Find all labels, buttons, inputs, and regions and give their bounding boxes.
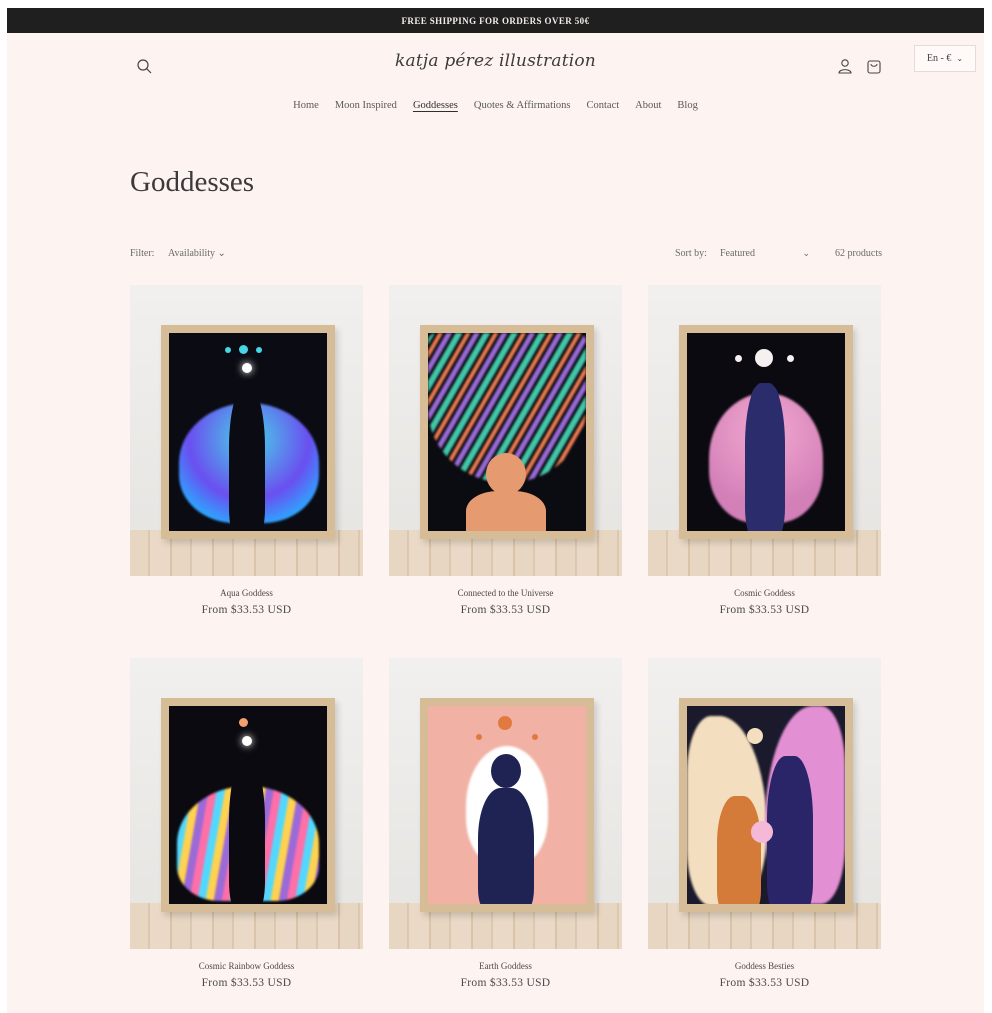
product-price: From $33.53 USD bbox=[201, 977, 292, 989]
product-card[interactable]: Aqua Goddess From $33.53 USD bbox=[130, 285, 363, 616]
product-title[interactable]: Cosmic Goddess bbox=[648, 588, 881, 598]
product-title[interactable]: Cosmic Rainbow Goddess bbox=[130, 961, 363, 971]
main-nav: Home Moon Inspired Goddesses Quotes & Af… bbox=[7, 100, 984, 111]
filter-label: Filter: bbox=[130, 248, 155, 259]
product-card[interactable]: Cosmic Rainbow Goddess From $33.53 USD bbox=[130, 658, 363, 989]
announcement-text: FREE SHIPPING FOR ORDERS OVER 50€ bbox=[401, 15, 590, 26]
availability-filter[interactable]: Availability ⌄ bbox=[168, 248, 226, 259]
nav-item-about[interactable]: About bbox=[635, 100, 661, 111]
nav-item-home[interactable]: Home bbox=[293, 100, 319, 111]
language-label: En - € bbox=[926, 53, 952, 64]
nav-item-blog[interactable]: Blog bbox=[677, 100, 697, 111]
product-image[interactable] bbox=[130, 285, 363, 576]
sort-select[interactable]: Featured ⌄ bbox=[720, 248, 810, 259]
collection-toolbar: Filter: Availability ⌄ Sort by: Featured… bbox=[130, 246, 882, 262]
chevron-down-icon: ⌄ bbox=[802, 248, 810, 258]
product-price: From $33.53 USD bbox=[460, 977, 551, 989]
product-image[interactable] bbox=[648, 285, 881, 576]
product-image[interactable] bbox=[389, 285, 622, 576]
nav-item-goddesses[interactable]: Goddesses bbox=[413, 100, 458, 111]
account-icon[interactable] bbox=[836, 57, 854, 75]
product-price: From $33.53 USD bbox=[460, 604, 551, 616]
announcement-bar: FREE SHIPPING FOR ORDERS OVER 50€ bbox=[7, 8, 984, 33]
product-image[interactable] bbox=[648, 658, 881, 949]
product-card[interactable]: Earth Goddess From $33.53 USD bbox=[389, 658, 622, 989]
page-title: Goddesses bbox=[130, 166, 255, 198]
nav-item-moon-inspired[interactable]: Moon Inspired bbox=[335, 100, 397, 111]
search-icon[interactable] bbox=[135, 57, 155, 77]
nav-item-quotes-affirmations[interactable]: Quotes & Affirmations bbox=[474, 100, 571, 111]
product-count: 62 products bbox=[835, 248, 882, 259]
product-card[interactable]: Cosmic Goddess From $33.53 USD bbox=[648, 285, 881, 616]
product-title[interactable]: Aqua Goddess bbox=[130, 588, 363, 598]
header: katja pérez illustration En - € ⌄ Home M… bbox=[7, 33, 984, 143]
site-logo[interactable]: katja pérez illustration bbox=[395, 51, 596, 71]
page: FREE SHIPPING FOR ORDERS OVER 50€ katja … bbox=[7, 8, 984, 1013]
product-card[interactable]: Connected to the Universe From $33.53 US… bbox=[389, 285, 622, 616]
product-image[interactable] bbox=[389, 658, 622, 949]
product-price: From $33.53 USD bbox=[201, 604, 292, 616]
cart-icon[interactable] bbox=[865, 57, 883, 75]
sort-label: Sort by: bbox=[675, 248, 707, 259]
language-currency-selector[interactable]: En - € ⌄ bbox=[914, 45, 976, 72]
nav-item-contact[interactable]: Contact bbox=[587, 100, 620, 111]
product-title[interactable]: Connected to the Universe bbox=[389, 588, 622, 598]
product-price: From $33.53 USD bbox=[719, 977, 810, 989]
product-price: From $33.53 USD bbox=[719, 604, 810, 616]
sort-value: Featured bbox=[720, 248, 755, 259]
product-title[interactable]: Goddess Besties bbox=[648, 961, 881, 971]
product-title[interactable]: Earth Goddess bbox=[389, 961, 622, 971]
chevron-down-icon: ⌄ bbox=[956, 54, 964, 63]
product-image[interactable] bbox=[130, 658, 363, 949]
product-card[interactable]: Goddess Besties From $33.53 USD bbox=[648, 658, 881, 989]
